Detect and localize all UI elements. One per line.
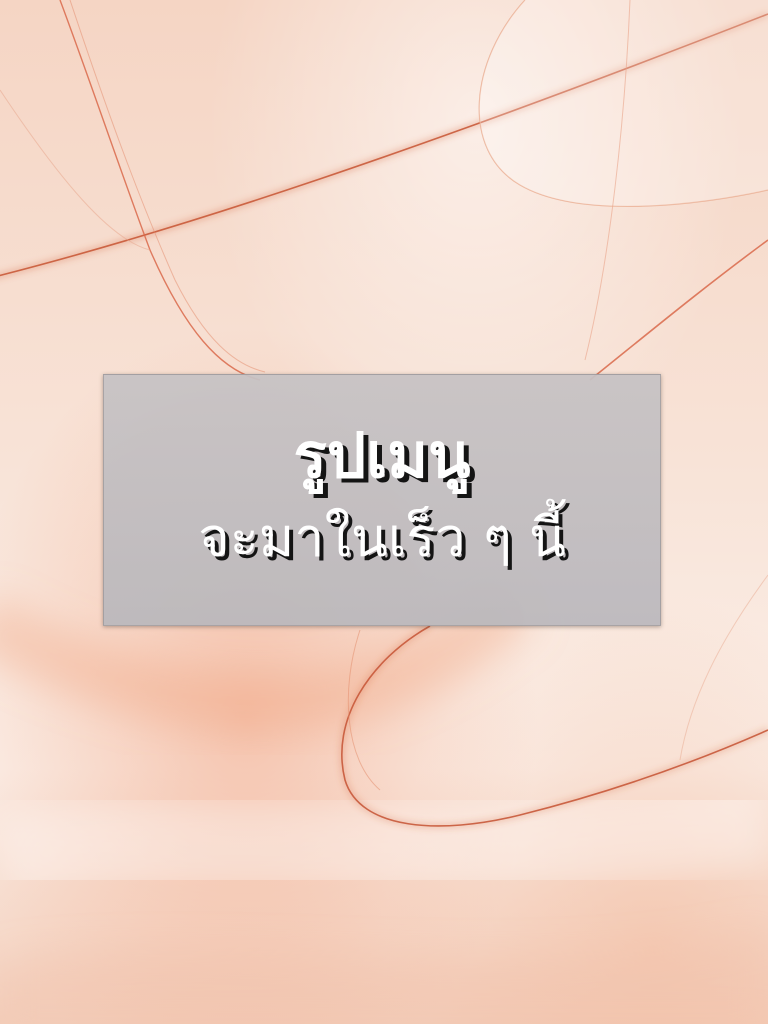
coming-soon-panel: รูปเมนู จะมาในเร็ว ๆ นี้	[103, 374, 661, 626]
coming-soon-text: จะมาในเร็ว ๆ นี้	[198, 506, 566, 569]
menu-image-title: รูปเมนู	[293, 419, 471, 492]
